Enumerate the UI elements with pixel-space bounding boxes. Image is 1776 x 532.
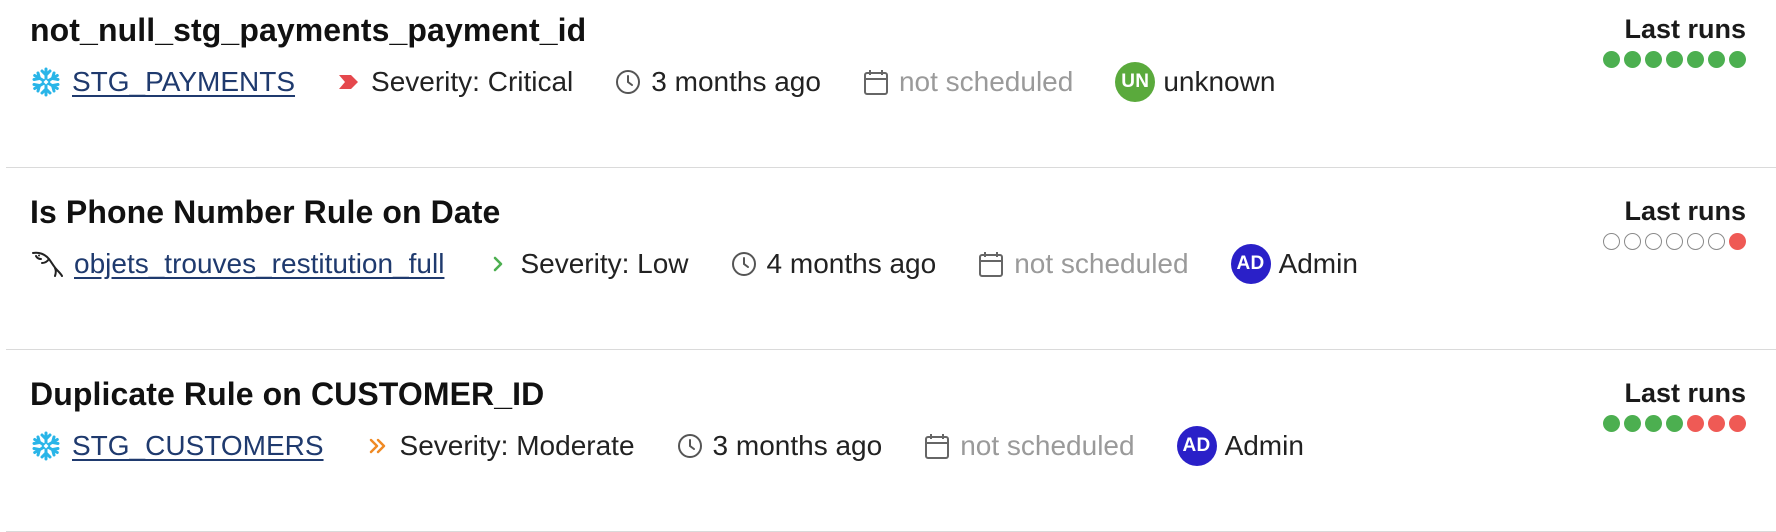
- last-runs: Last runs: [1603, 14, 1746, 68]
- run-status-dot-pass[interactable]: [1666, 51, 1683, 68]
- run-status-dot-fail[interactable]: [1708, 415, 1725, 432]
- last-updated: 3 months ago: [615, 66, 821, 98]
- updated-time: 3 months ago: [712, 430, 883, 461]
- run-status-dot-empty[interactable]: [1708, 233, 1725, 250]
- schedule: not scheduled: [978, 248, 1189, 280]
- run-status-dot-pass[interactable]: [1603, 51, 1620, 68]
- updated-time: 3 months ago: [651, 66, 821, 97]
- run-status-dot-pass[interactable]: [1645, 51, 1662, 68]
- snowflake-icon: [30, 430, 62, 462]
- rule-card[interactable]: not_null_stg_payments_payment_id STG_PAY…: [6, 0, 1776, 168]
- run-status-dot-pass[interactable]: [1666, 415, 1683, 432]
- severity: Severity: Moderate: [366, 430, 635, 462]
- source-name[interactable]: STG_CUSTOMERS: [72, 430, 324, 462]
- owner: UN unknown: [1115, 62, 1275, 102]
- rule-title[interactable]: Duplicate Rule on CUSTOMER_ID: [30, 376, 544, 413]
- run-status-dot-fail[interactable]: [1729, 415, 1746, 432]
- last-runs: Last runs: [1603, 196, 1746, 250]
- source-link[interactable]: objets_trouves_restitution_full: [30, 248, 444, 280]
- last-runs-label: Last runs: [1624, 196, 1746, 226]
- run-status-dot-fail[interactable]: [1687, 415, 1704, 432]
- rule-title[interactable]: not_null_stg_payments_payment_id: [30, 12, 586, 49]
- severity-label: Severity: Low: [520, 248, 689, 279]
- last-updated: 3 months ago: [677, 430, 883, 462]
- run-status-dot-pass[interactable]: [1687, 51, 1704, 68]
- source-name[interactable]: STG_PAYMENTS: [72, 66, 295, 98]
- run-dots: [1603, 51, 1746, 68]
- source-link[interactable]: STG_PAYMENTS: [30, 66, 295, 98]
- last-runs-label: Last runs: [1624, 378, 1746, 408]
- severity-label: Severity: Moderate: [399, 430, 635, 461]
- run-status-dot-pass[interactable]: [1708, 51, 1725, 68]
- last-updated: 4 months ago: [731, 248, 937, 280]
- severity: Severity: Low: [486, 248, 689, 280]
- severity-critical-icon: [337, 72, 361, 92]
- rule-meta: STG_CUSTOMERS Severity: Moderate 3 month…: [30, 426, 1346, 466]
- run-dots: [1603, 415, 1746, 432]
- rule-card[interactable]: Is Phone Number Rule on Date objets_trou…: [6, 168, 1776, 350]
- run-status-dot-empty[interactable]: [1624, 233, 1641, 250]
- schedule: not scheduled: [924, 430, 1135, 462]
- owner: AD Admin: [1230, 244, 1358, 284]
- run-dots: [1603, 233, 1746, 250]
- run-status-dot-empty[interactable]: [1645, 233, 1662, 250]
- run-status-dot-empty[interactable]: [1666, 233, 1683, 250]
- run-status-dot-pass[interactable]: [1645, 415, 1662, 432]
- calendar-icon: [978, 250, 1004, 278]
- clock-icon: [615, 69, 641, 95]
- owner-name: Admin: [1278, 248, 1358, 279]
- rule-title[interactable]: Is Phone Number Rule on Date: [30, 194, 500, 231]
- run-status-dot-pass[interactable]: [1729, 51, 1746, 68]
- mysql-dolphin-icon: [30, 248, 64, 280]
- run-status-dot-pass[interactable]: [1603, 415, 1620, 432]
- avatar: UN: [1115, 62, 1156, 102]
- schedule-status: not scheduled: [898, 66, 1074, 97]
- owner: AD Admin: [1176, 426, 1304, 466]
- severity-label: Severity: Critical: [371, 66, 574, 97]
- schedule-status: not scheduled: [1014, 248, 1189, 279]
- source-link[interactable]: STG_CUSTOMERS: [30, 430, 324, 462]
- avatar: AD: [1230, 244, 1271, 284]
- owner-name: unknown: [1163, 66, 1276, 97]
- schedule-status: not scheduled: [960, 430, 1135, 461]
- schedule: not scheduled: [863, 66, 1073, 98]
- clock-icon: [677, 433, 703, 459]
- owner-name: Admin: [1224, 430, 1304, 461]
- snowflake-icon: [30, 66, 62, 98]
- source-name[interactable]: objets_trouves_restitution_full: [74, 248, 444, 280]
- calendar-icon: [924, 432, 950, 460]
- last-runs-label: Last runs: [1624, 14, 1746, 44]
- severity-moderate-icon: [366, 436, 390, 456]
- rule-meta: objets_trouves_restitution_full Severity…: [30, 244, 1400, 284]
- run-status-dot-empty[interactable]: [1687, 233, 1704, 250]
- calendar-icon: [863, 68, 889, 96]
- run-status-dot-pass[interactable]: [1624, 51, 1641, 68]
- run-status-dot-empty[interactable]: [1603, 233, 1620, 250]
- severity-low-icon: [486, 254, 510, 274]
- clock-icon: [731, 251, 757, 277]
- run-status-dot-fail[interactable]: [1729, 233, 1746, 250]
- avatar: AD: [1176, 426, 1217, 466]
- last-runs: Last runs: [1603, 378, 1746, 432]
- severity: Severity: Critical: [337, 66, 573, 98]
- rule-meta: STG_PAYMENTS Severity: Critical 3 months…: [30, 62, 1317, 102]
- rule-list: not_null_stg_payments_payment_id STG_PAY…: [0, 0, 1776, 532]
- rule-card[interactable]: Duplicate Rule on CUSTOMER_ID STG_CUSTOM…: [6, 350, 1776, 532]
- run-status-dot-pass[interactable]: [1624, 415, 1641, 432]
- updated-time: 4 months ago: [766, 248, 937, 279]
